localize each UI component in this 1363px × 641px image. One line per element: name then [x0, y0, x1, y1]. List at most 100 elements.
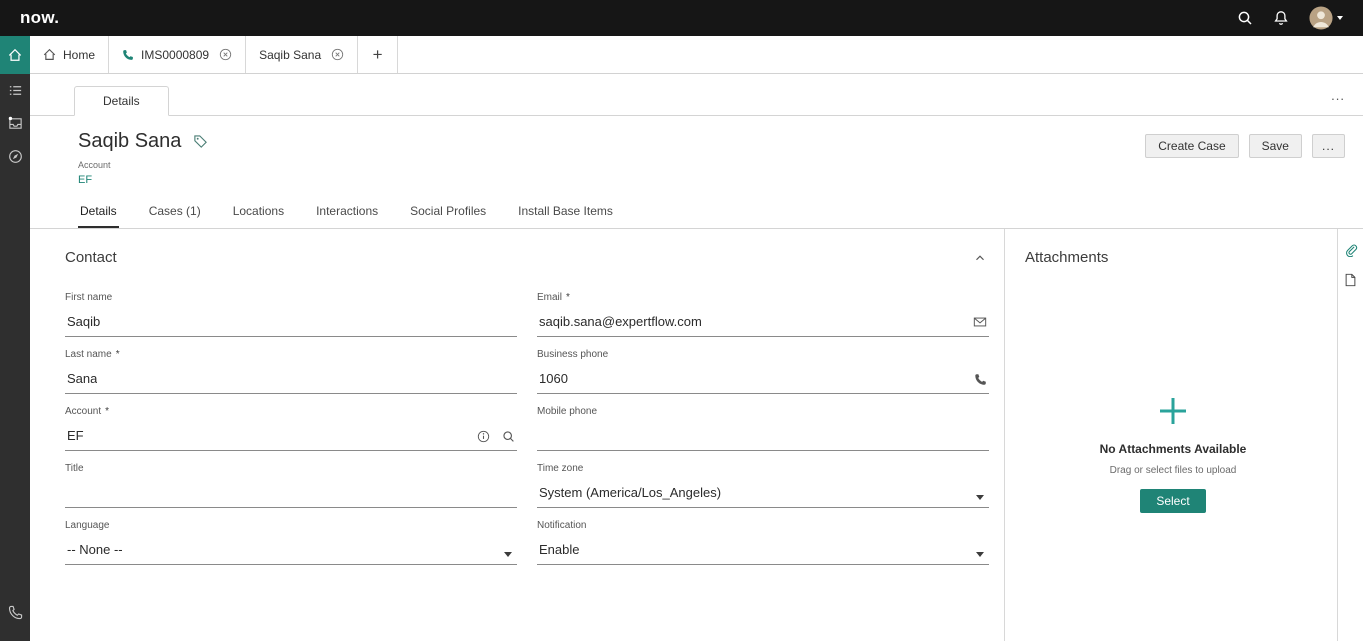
topbar-icons	[1231, 2, 1349, 34]
record-title-block: Saqib Sana Account EF	[78, 130, 208, 188]
attachments-title: Attachments	[1025, 249, 1321, 266]
tab-locations[interactable]: Locations	[231, 200, 286, 228]
field-value: Sana	[67, 371, 97, 386]
field-first-name: First name Saqib	[65, 292, 517, 337]
plus-icon	[1156, 394, 1190, 428]
account-label: Account	[78, 160, 208, 170]
tab-cases[interactable]: Cases (1)	[147, 200, 203, 228]
record-tabs: Details Cases (1) Locations Interactions…	[30, 194, 1363, 229]
chevron-down-icon	[976, 495, 984, 500]
email-field[interactable]: saqib.sana@expertflow.com	[537, 310, 989, 337]
paperclip-icon[interactable]	[1344, 243, 1358, 257]
chevron-down-icon	[976, 552, 984, 557]
home-icon	[43, 48, 56, 61]
account-link[interactable]: EF	[78, 174, 92, 186]
mobile-phone-input[interactable]	[537, 424, 989, 451]
field-label: Time zone	[537, 463, 583, 474]
top-navigation-bar: now.	[0, 0, 1363, 36]
right-icon-rail	[1337, 229, 1363, 641]
search-icon[interactable]	[1231, 6, 1259, 30]
field-time-zone: Time zone System (America/Los_Angeles)	[537, 463, 989, 508]
tab-interactions[interactable]: Interactions	[314, 200, 380, 228]
tab-label: Saqib Sana	[259, 48, 321, 62]
phone-icon	[974, 373, 987, 386]
chevron-up-icon[interactable]	[973, 251, 987, 265]
section-title: Contact	[65, 249, 117, 266]
field-label: Mobile phone	[537, 406, 597, 417]
required-icon: *	[105, 406, 109, 417]
search-icon[interactable]	[502, 430, 515, 443]
page-title: Saqib Sana	[78, 130, 181, 153]
field-value: EF	[67, 428, 84, 443]
attachments-panel: Attachments No Attachments Available Dra…	[1005, 229, 1337, 641]
tag-icon[interactable]	[193, 134, 208, 149]
pane-tab-row: Details ...	[30, 86, 1363, 116]
tab-label: Home	[63, 48, 95, 62]
tab-social-profiles[interactable]: Social Profiles	[408, 200, 488, 228]
document-icon[interactable]	[1344, 273, 1357, 287]
user-avatar[interactable]	[1303, 2, 1349, 34]
field-label: Title	[65, 463, 84, 474]
tab-saqib-sana[interactable]: Saqib Sana	[246, 36, 358, 73]
record-content: Details ... Saqib Sana Account EF Create…	[30, 74, 1363, 641]
language-select[interactable]: -- None --	[65, 538, 517, 565]
phone-icon	[122, 49, 134, 61]
required-icon: *	[566, 292, 570, 303]
create-case-button[interactable]: Create Case	[1145, 134, 1238, 158]
pane-more-button[interactable]: ...	[1331, 88, 1345, 103]
notification-select[interactable]: Enable	[537, 538, 989, 565]
business-phone-input[interactable]: 1060	[537, 367, 989, 394]
home-tile-button[interactable]	[0, 36, 30, 74]
tab-label: IMS0000809	[141, 48, 209, 62]
field-value: 1060	[539, 371, 568, 386]
tab-ims0000809[interactable]: IMS0000809	[109, 36, 246, 73]
notifications-icon[interactable]	[1267, 6, 1295, 30]
record-body: Contact First name Saqib Email *	[30, 229, 1363, 641]
app-shell: Home IMS0000809 Saqib Sana + Details ...	[0, 36, 1363, 641]
field-label: Email	[537, 292, 562, 303]
field-value: -- None --	[67, 542, 123, 557]
contact-form-section: Contact First name Saqib Email *	[30, 229, 1005, 641]
subtab-label: Details	[103, 94, 140, 108]
close-icon[interactable]	[219, 48, 232, 61]
attachments-empty-state: No Attachments Available Drag or select …	[1025, 394, 1321, 513]
compass-icon[interactable]	[0, 140, 30, 173]
field-notification: Notification Enable	[537, 520, 989, 565]
last-name-input[interactable]: Sana	[65, 367, 517, 394]
record-more-button[interactable]: ...	[1312, 134, 1345, 158]
left-sidebar	[0, 36, 30, 641]
field-value: Saqib	[67, 314, 100, 329]
field-account: Account* EF	[65, 406, 517, 451]
phone-icon[interactable]	[0, 596, 30, 629]
tab-install-base-items[interactable]: Install Base Items	[516, 200, 615, 228]
field-language: Language -- None --	[65, 520, 517, 565]
record-actions: Create Case Save ...	[1145, 130, 1345, 188]
field-mobile-phone: Mobile phone	[537, 406, 989, 451]
tab-home[interactable]: Home	[30, 36, 109, 73]
title-input[interactable]	[65, 481, 517, 508]
main-area: Home IMS0000809 Saqib Sana + Details ...	[30, 36, 1363, 641]
workspace-tab-strip: Home IMS0000809 Saqib Sana +	[30, 36, 1363, 74]
first-name-input[interactable]: Saqib	[65, 310, 517, 337]
field-title: Title	[65, 463, 517, 508]
field-label: First name	[65, 292, 112, 303]
field-email: Email * saqib.sana@expertflow.com	[537, 292, 989, 337]
select-file-button[interactable]: Select	[1140, 489, 1205, 513]
chevron-down-icon	[1337, 16, 1343, 20]
avatar-image	[1309, 6, 1333, 30]
tab-details-pane[interactable]: Details	[74, 86, 169, 116]
account-reference-input[interactable]: EF	[65, 424, 517, 451]
chevron-down-icon	[504, 552, 512, 557]
field-business-phone: Business phone 1060	[537, 349, 989, 394]
time-zone-select[interactable]: System (America/Los_Angeles)	[537, 481, 989, 508]
close-icon[interactable]	[331, 48, 344, 61]
list-icon[interactable]	[0, 74, 30, 107]
field-label: Language	[65, 520, 110, 531]
inbox-icon[interactable]	[0, 107, 30, 140]
info-icon[interactable]	[477, 430, 490, 443]
contact-form-grid: First name Saqib Email * saqib.sana@exper…	[65, 292, 989, 577]
tab-details[interactable]: Details	[78, 200, 119, 228]
field-label: Notification	[537, 520, 586, 531]
add-tab-button[interactable]: +	[358, 36, 398, 73]
save-button[interactable]: Save	[1249, 134, 1302, 158]
